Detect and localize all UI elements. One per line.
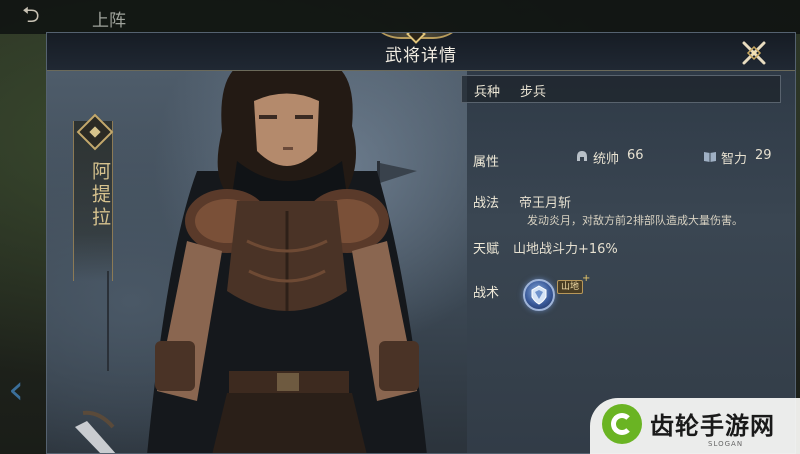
hero-portrait: 阿提拉 — [47, 71, 467, 453]
book-icon — [704, 152, 716, 162]
shield-crystal-icon — [531, 285, 547, 305]
top-bar-title: 上阵 — [92, 11, 126, 31]
intellect-label: 智力 — [721, 152, 748, 167]
watermark-slogan: SLOGAN — [708, 440, 744, 448]
command-label: 统帅 — [593, 152, 620, 167]
skill-icon[interactable] — [523, 279, 555, 311]
modal-title: 武将详情 — [385, 46, 457, 66]
command-value: 66 — [627, 148, 644, 163]
helmet-icon — [577, 151, 587, 161]
modal-header: 武将详情 — [47, 33, 795, 71]
skill-upgrade-icon: + — [582, 273, 591, 284]
close-x-icon — [742, 41, 766, 65]
back-button[interactable]: ⮌ — [22, 5, 72, 28]
hero-details-panel: 兵种 步兵 属性 统帅 66 智力 29 战法 帝王月斩 发动炎月，对敌方前2排… — [461, 71, 781, 451]
troop-type-row: 兵种 步兵 — [461, 75, 781, 103]
talent-value: 山地战斗力+16% — [513, 242, 618, 257]
hero-name-plaque: 阿提拉 — [73, 113, 114, 281]
hero-name: 阿提拉 — [89, 161, 111, 230]
close-button[interactable] — [740, 39, 768, 67]
top-bar: ⮌ 上阵 — [0, 0, 800, 34]
troop-type-value: 步兵 — [520, 85, 547, 100]
skill-terrain-badge: 山地 — [557, 280, 584, 294]
troop-type-label: 兵种 — [474, 85, 501, 100]
tactic-label: 战法 — [473, 196, 500, 211]
talent-label: 天赋 — [473, 242, 500, 257]
hero-details-modal: 阿提拉 武将详情 兵种 步兵 属性 统帅 66 智力 29 战法 帝王月斩 发动… — [46, 32, 796, 454]
site-watermark: 齿轮手游网 SLOGAN — [590, 398, 800, 454]
gear-logo-icon — [602, 404, 642, 444]
tactic-description: 发动炎月，对敌方前2排部队造成大量伤害。 — [527, 214, 743, 227]
tactic-name: 帝王月斩 — [519, 196, 572, 211]
attributes-label: 属性 — [473, 155, 500, 170]
intellect-value: 29 — [755, 148, 772, 163]
left-arrow-icon: ‹ — [8, 367, 24, 413]
watermark-text: 齿轮手游网 — [650, 412, 775, 440]
skill-label: 战术 — [473, 286, 500, 301]
